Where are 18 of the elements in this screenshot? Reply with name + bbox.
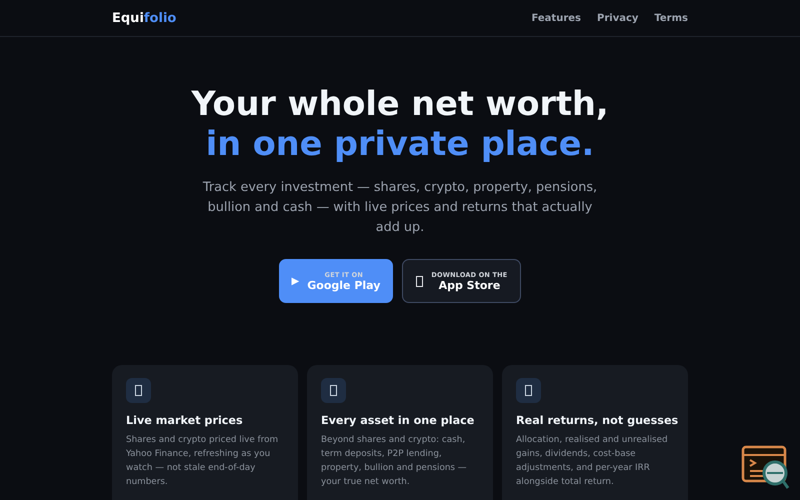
nav-link[interactable]: Privacy (597, 12, 638, 24)
feature-title: Real returns, not guesses (516, 413, 676, 428)
hero-heading: Your whole net worth, (191, 84, 609, 124)
feature-description: Beyond shares and crypto: cash, term deposits, P2P lending, property, bullion and pensions — your true net worth. (321, 434, 468, 489)
floating-widget-drawing[interactable] (741, 445, 791, 491)
feature-title: Live market prices (126, 413, 244, 428)
nav-link[interactable]: Terms (654, 12, 688, 24)
feature-icon (321, 378, 346, 403)
nav-link[interactable]: Features (531, 12, 581, 24)
feature-description: Allocation, realised and unrealised gains, dividends, cost-base adjustments, and per-year IRR alongside total return. (516, 434, 669, 489)
feature-title: Every asset in one place (321, 413, 476, 428)
brand-logo[interactable]: Equifolio (112, 10, 176, 26)
hero-heading: in one private place. (206, 124, 594, 164)
feature-icon (516, 378, 541, 403)
feature-description: Shares and crypto priced live from Yahoo Finance, refreshing as you watch — not stale end-of-day numbers. (126, 434, 280, 489)
placeholder-icon (416, 276, 424, 286)
feature-icon (126, 378, 151, 403)
hero-description: Track every investment — shares, crypto, property, pensions, bullion and cash — with live prices and returns that actually add up. (202, 179, 598, 237)
